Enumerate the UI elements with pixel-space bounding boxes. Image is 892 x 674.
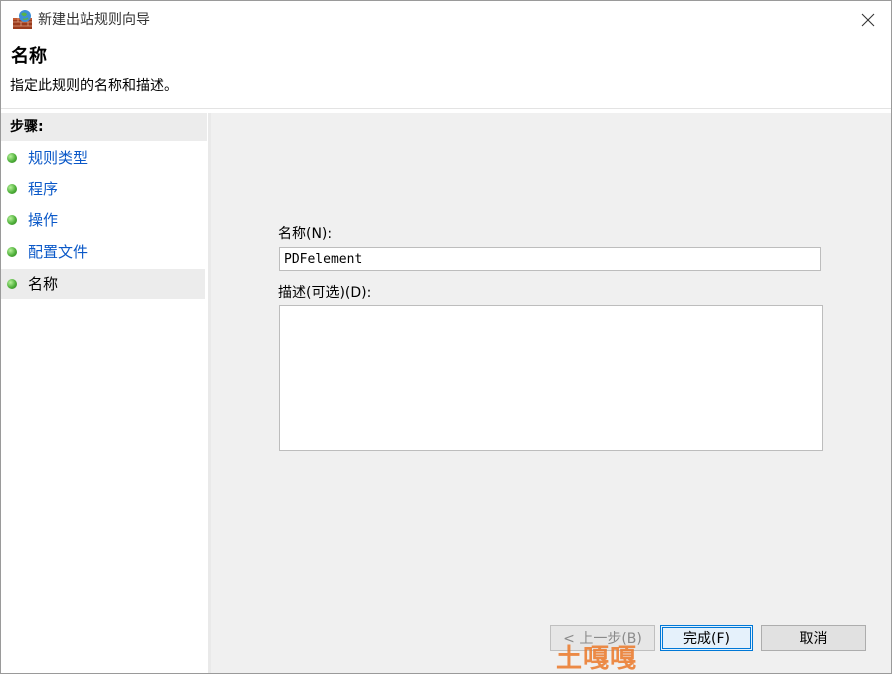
firewall-wall-globe-icon [13,10,32,29]
step-label: 配置文件 [28,243,89,261]
close-icon [861,13,875,27]
steps-title: 步骤: [1,113,207,141]
steps-title-label: 步骤: [10,119,44,135]
title-bar[interactable]: 新建出站规则向导 [1,1,891,39]
wizard-content: 名称(N): 描述(可选)(D): < 上一步(B) 完成(F) 取消 [211,113,891,673]
step-rule-type[interactable]: 规则类型 [1,143,205,173]
name-input[interactable] [279,247,821,271]
green-dot-icon [7,279,17,289]
page-subtitle: 指定此规则的名称和描述。 [10,78,178,94]
green-dot-icon [7,153,17,163]
green-dot-icon [7,247,17,257]
steps-sidebar: 步骤: 规则类型 程序 操作 配置文件 名称 [1,113,207,673]
window-title: 新建出站规则向导 [38,12,150,28]
step-action[interactable]: 操作 [1,205,205,235]
description-label: 描述(可选)(D): [278,285,372,301]
wizard-header: 名称 指定此规则的名称和描述。 [1,39,891,108]
step-label: 程序 [28,180,59,198]
step-label: 名称 [28,275,59,293]
green-dot-icon [7,184,17,194]
page-title: 名称 [11,46,47,67]
close-button[interactable] [845,1,891,39]
step-program[interactable]: 程序 [1,174,205,204]
step-profile[interactable]: 配置文件 [1,237,205,267]
header-divider [1,108,891,109]
step-name-current: 名称 [1,269,205,299]
name-label: 名称(N): [278,226,333,242]
green-dot-icon [7,215,17,225]
step-label: 操作 [28,211,59,229]
step-label: 规则类型 [28,149,89,167]
description-textarea[interactable] [279,305,823,451]
wizard-window: 新建出站规则向导 名称 指定此规则的名称和描述。 步骤: 规则类型 程序 操作 [0,0,892,674]
site-watermark: 土嘎嘎 www.tugaga.com [556,644,638,674]
